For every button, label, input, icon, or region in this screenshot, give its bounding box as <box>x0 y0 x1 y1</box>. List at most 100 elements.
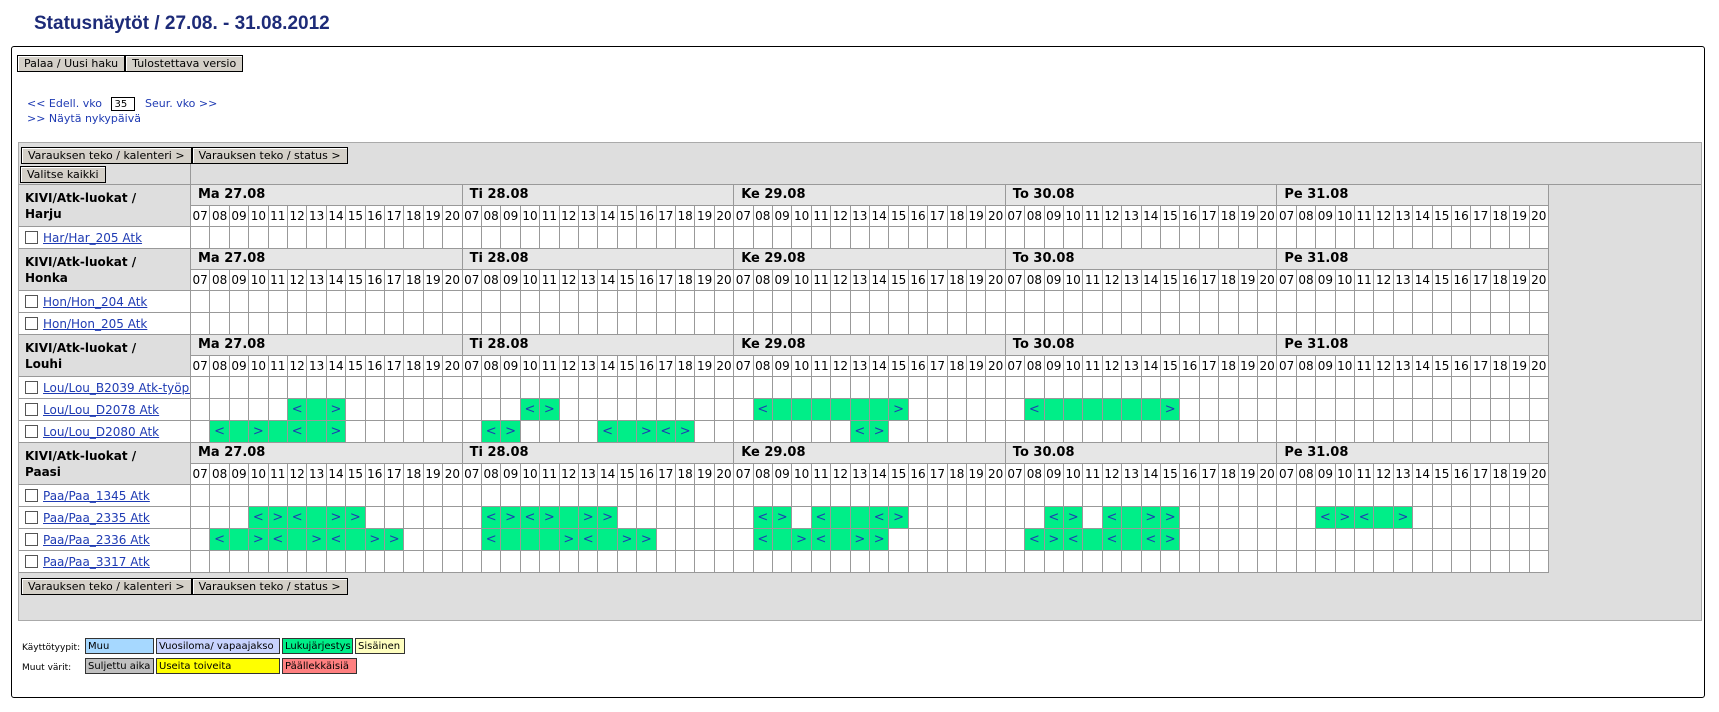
free-slot[interactable] <box>1083 377 1103 399</box>
free-slot[interactable] <box>559 551 579 573</box>
booked-slot[interactable]: > <box>249 529 269 551</box>
free-slot[interactable] <box>520 291 541 313</box>
free-slot[interactable] <box>1529 399 1549 421</box>
free-slot[interactable] <box>695 529 715 551</box>
free-slot[interactable] <box>637 507 657 529</box>
free-slot[interactable] <box>423 313 444 335</box>
free-slot[interactable] <box>967 291 987 313</box>
free-slot[interactable] <box>676 529 696 551</box>
free-slot[interactable] <box>1005 485 1026 507</box>
free-slot[interactable] <box>831 421 851 443</box>
free-slot[interactable] <box>1102 227 1123 249</box>
free-slot[interactable] <box>268 399 288 421</box>
free-slot[interactable] <box>1122 377 1142 399</box>
free-slot[interactable] <box>229 551 250 573</box>
free-slot[interactable] <box>1355 313 1375 335</box>
free-slot[interactable] <box>1452 291 1472 313</box>
free-slot[interactable] <box>1393 485 1414 507</box>
free-slot[interactable] <box>229 313 250 335</box>
free-slot[interactable] <box>811 377 832 399</box>
free-slot[interactable] <box>1025 227 1045 249</box>
room-checkbox[interactable] <box>25 425 38 438</box>
booked-slot[interactable] <box>1102 399 1123 421</box>
free-slot[interactable] <box>656 399 676 421</box>
booked-slot[interactable]: > <box>346 507 366 529</box>
free-slot[interactable] <box>1044 377 1064 399</box>
free-slot[interactable] <box>1064 377 1084 399</box>
free-slot[interactable] <box>1005 227 1026 249</box>
booked-slot[interactable]: >< <box>326 507 347 547</box>
booked-slot[interactable]: > <box>676 421 696 443</box>
free-slot[interactable] <box>1432 485 1452 507</box>
free-slot[interactable] <box>773 377 793 399</box>
free-slot[interactable] <box>1296 399 1317 421</box>
free-slot[interactable] <box>967 421 987 443</box>
free-slot[interactable] <box>1238 313 1258 335</box>
free-slot[interactable] <box>1141 377 1161 399</box>
free-slot[interactable] <box>1122 291 1142 313</box>
booked-slot[interactable]: > <box>1393 507 1414 529</box>
free-slot[interactable] <box>908 377 929 399</box>
free-slot[interactable] <box>462 485 482 507</box>
free-slot[interactable] <box>1122 551 1142 573</box>
free-slot[interactable] <box>870 485 890 507</box>
free-slot[interactable] <box>501 313 521 335</box>
free-slot[interactable] <box>191 377 211 399</box>
free-slot[interactable] <box>928 399 948 421</box>
free-slot[interactable] <box>1316 485 1336 507</box>
free-slot[interactable] <box>1316 313 1336 335</box>
free-slot[interactable] <box>1374 291 1394 313</box>
booked-slot[interactable]: > <box>870 421 890 443</box>
free-slot[interactable] <box>1064 313 1084 335</box>
free-slot[interactable] <box>947 551 967 573</box>
free-slot[interactable] <box>1025 313 1045 335</box>
free-slot[interactable] <box>1122 313 1142 335</box>
booked-slot[interactable]: < <box>1102 529 1123 551</box>
free-slot[interactable] <box>1064 291 1084 313</box>
free-slot[interactable] <box>423 291 444 313</box>
booked-slot[interactable] <box>850 507 870 529</box>
free-slot[interactable] <box>1510 529 1530 551</box>
free-slot[interactable] <box>1413 377 1433 399</box>
free-slot[interactable] <box>986 227 1006 249</box>
free-slot[interactable] <box>1510 421 1530 443</box>
free-slot[interactable] <box>889 313 909 335</box>
free-slot[interactable] <box>1238 377 1258 399</box>
free-slot[interactable] <box>249 313 269 335</box>
free-slot[interactable] <box>1005 529 1026 551</box>
free-slot[interactable] <box>462 377 482 399</box>
free-slot[interactable] <box>714 377 735 399</box>
free-slot[interactable] <box>1277 313 1297 335</box>
free-slot[interactable] <box>1161 421 1181 443</box>
free-slot[interactable] <box>540 227 560 249</box>
show-today-link[interactable]: >> Näytä nykypäivä <box>27 112 141 125</box>
free-slot[interactable] <box>443 291 463 313</box>
free-slot[interactable] <box>753 421 773 443</box>
free-slot[interactable] <box>676 377 696 399</box>
free-slot[interactable] <box>1529 507 1549 529</box>
free-slot[interactable] <box>1316 421 1336 443</box>
free-slot[interactable] <box>1335 377 1355 399</box>
booked-slot[interactable]: < <box>1025 399 1045 421</box>
free-slot[interactable] <box>734 421 754 443</box>
free-slot[interactable] <box>1316 399 1336 421</box>
free-slot[interactable] <box>1432 529 1452 551</box>
free-slot[interactable] <box>1161 551 1181 573</box>
free-slot[interactable] <box>676 485 696 507</box>
free-slot[interactable] <box>559 313 579 335</box>
free-slot[interactable] <box>792 313 812 335</box>
room-link[interactable]: Paa/Paa_3317 Atk <box>43 555 150 569</box>
free-slot[interactable] <box>404 507 424 529</box>
week-number-input[interactable] <box>111 97 136 111</box>
free-slot[interactable] <box>365 313 385 335</box>
booked-slot[interactable] <box>1083 399 1103 421</box>
free-slot[interactable] <box>908 313 929 335</box>
free-slot[interactable] <box>1510 485 1530 507</box>
free-slot[interactable] <box>1490 551 1511 573</box>
free-slot[interactable] <box>1102 377 1123 399</box>
booked-slot[interactable]: < <box>753 399 773 421</box>
free-slot[interactable] <box>753 227 773 249</box>
free-slot[interactable] <box>365 399 385 421</box>
free-slot[interactable] <box>831 485 851 507</box>
free-slot[interactable] <box>695 507 715 529</box>
